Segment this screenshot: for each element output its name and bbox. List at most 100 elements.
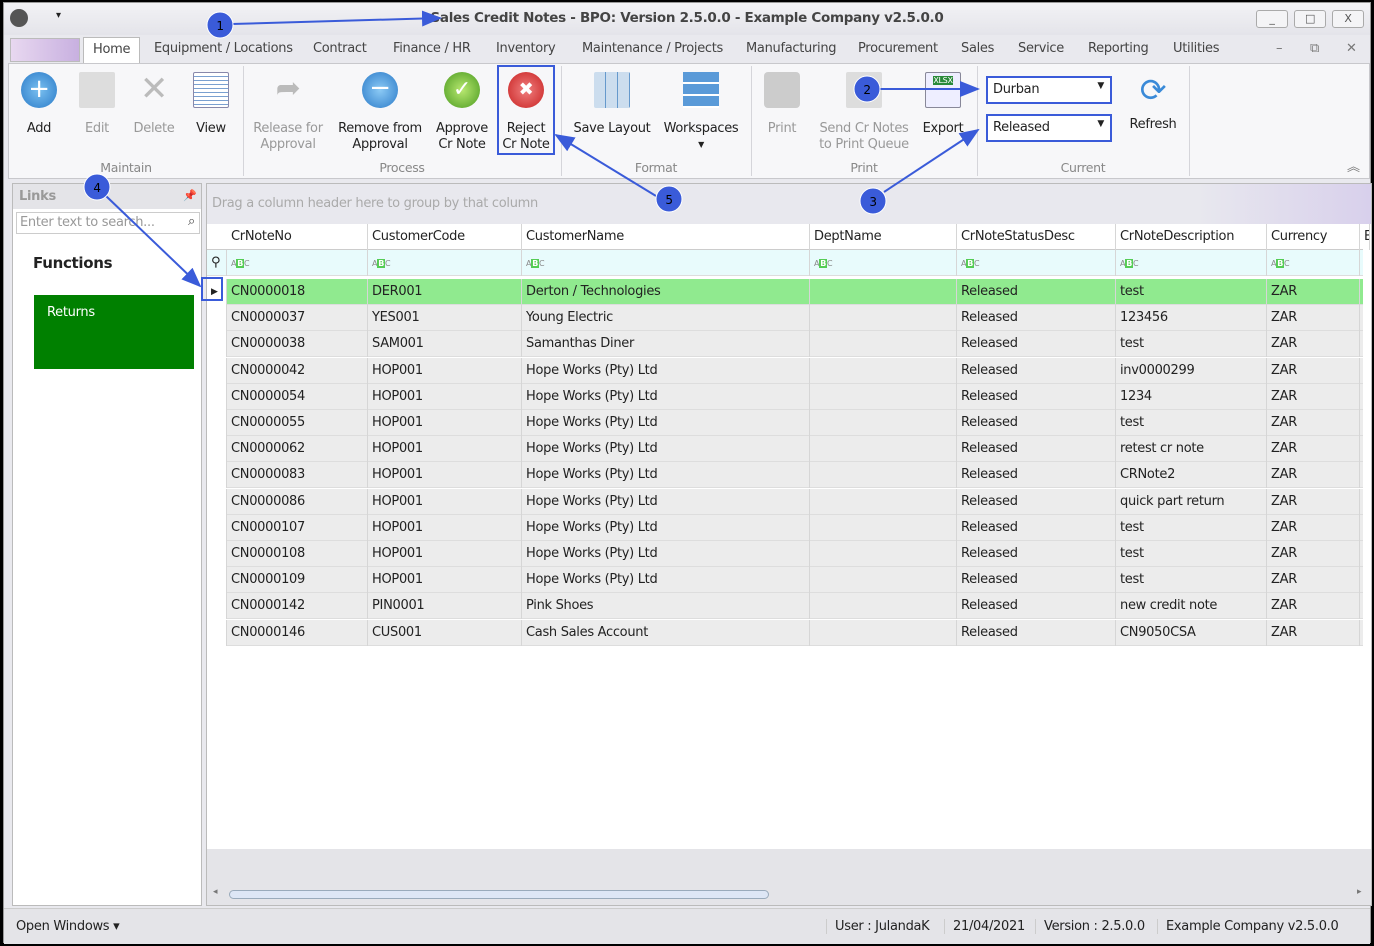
column-header[interactable]: CrNoteNo	[227, 224, 368, 250]
tab-utilities[interactable]: Utilities	[1173, 41, 1220, 56]
table-cell[interactable]: CN0000108	[227, 541, 368, 567]
table-cell[interactable]: test	[1116, 279, 1267, 305]
table-cell[interactable]: Released	[957, 357, 1116, 384]
row-indicator[interactable]	[207, 383, 227, 410]
maximize-button[interactable]: □	[1294, 10, 1326, 28]
table-cell[interactable]: Released	[957, 279, 1116, 305]
table-cell[interactable]	[810, 410, 957, 436]
table-cell[interactable]: ZAR	[1267, 357, 1360, 384]
table-cell[interactable]	[810, 436, 957, 463]
table-cell[interactable]: CN0000142	[227, 593, 368, 620]
table-row[interactable]: CN0000107 HOP001 Hope Works (Pty) Ltd Relea…	[207, 514, 1363, 541]
tab-equipment-locations[interactable]: Equipment / Locations	[154, 41, 293, 56]
table-cell[interactable]	[810, 279, 957, 305]
table-cell[interactable]: Hope Works (Pty) Ltd	[522, 514, 810, 541]
pin-icon[interactable]: 📌	[183, 189, 197, 202]
status-dropdown[interactable]: Released ▼	[986, 114, 1112, 142]
row-indicator[interactable]	[207, 488, 227, 515]
send-to-print-queue-button[interactable]: Send Cr Notes to Print Queue	[815, 68, 913, 153]
table-cell[interactable]: ZAR	[1267, 331, 1360, 358]
minimize-button[interactable]: _	[1256, 10, 1288, 28]
row-indicator[interactable]	[207, 305, 227, 332]
filter-cell[interactable]: ABC	[957, 250, 1116, 276]
table-cell[interactable]: ZAR	[1267, 593, 1360, 620]
table-row[interactable]: ▶ CN0000018 DER001 Derton / Technologies Rel…	[207, 279, 1363, 305]
table-cell[interactable]: CN0000038	[227, 331, 368, 358]
row-indicator[interactable]	[207, 436, 227, 463]
approve-cr-note-button[interactable]: ✓ Approve Cr Note	[433, 68, 491, 153]
table-row[interactable]: CN0000146 CUS001 Cash Sales Account Release…	[207, 619, 1363, 646]
row-indicator[interactable]	[207, 541, 227, 567]
table-row[interactable]: CN0000108 HOP001 Hope Works (Pty) Ltd Relea…	[207, 541, 1363, 567]
table-cell[interactable]: Released	[957, 541, 1116, 567]
refresh-button[interactable]: ⟳ Refresh	[1123, 68, 1183, 133]
table-cell[interactable]	[810, 619, 957, 646]
table-cell[interactable]: quick part return	[1116, 488, 1267, 515]
table-cell[interactable]: ZAR	[1267, 383, 1360, 410]
table-cell[interactable]: ZAR	[1267, 305, 1360, 332]
column-header[interactable]: CustomerName	[522, 224, 810, 250]
table-cell[interactable]	[810, 305, 957, 332]
table-cell[interactable]: Pink Shoes	[522, 593, 810, 620]
filter-cell[interactable]: ABC	[522, 250, 810, 276]
table-cell[interactable]: CN9050CSA	[1116, 619, 1267, 646]
table-cell[interactable]: Released	[957, 305, 1116, 332]
release-for-approval-button[interactable]: ➦ Release for Approval	[251, 68, 325, 153]
table-cell[interactable]: inv0000299	[1116, 357, 1267, 384]
table-cell[interactable]: PIN0001	[368, 593, 522, 620]
row-indicator[interactable]	[207, 593, 227, 620]
tab-manufacturing[interactable]: Manufacturing	[746, 41, 837, 56]
table-cell[interactable]: ZAR	[1267, 514, 1360, 541]
site-dropdown[interactable]: Durban ▼	[986, 76, 1112, 104]
table-cell[interactable]: Released	[957, 567, 1116, 594]
tab-maintenance-projects[interactable]: Maintenance / Projects	[582, 41, 723, 56]
table-cell[interactable]: ZAR	[1267, 541, 1360, 567]
mdi-restore-icon[interactable]: ⧉	[1310, 41, 1319, 56]
tab-procurement[interactable]: Procurement	[858, 41, 938, 56]
table-cell[interactable]: ZAR	[1267, 619, 1360, 646]
table-cell[interactable]: HOP001	[368, 567, 522, 594]
table-cell[interactable]: CUS001	[368, 619, 522, 646]
table-row[interactable]: CN0000142 PIN0001 Pink Shoes Released new cr…	[207, 593, 1363, 620]
table-cell[interactable]: CN0000042	[227, 357, 368, 384]
row-indicator[interactable]	[207, 331, 227, 358]
table-cell[interactable]: HOP001	[368, 436, 522, 463]
table-cell[interactable]: 1234	[1116, 383, 1267, 410]
table-cell[interactable]: Released	[957, 331, 1116, 358]
table-cell[interactable]: CN0000146	[227, 619, 368, 646]
table-cell[interactable]: CN0000083	[227, 462, 368, 489]
table-cell[interactable]: CN0000018	[227, 279, 368, 305]
row-indicator[interactable]	[207, 462, 227, 489]
table-cell[interactable]: Hope Works (Pty) Ltd	[522, 541, 810, 567]
table-cell[interactable]: Hope Works (Pty) Ltd	[522, 567, 810, 594]
mdi-close-icon[interactable]: ✕	[1346, 41, 1357, 56]
table-cell[interactable]: Released	[957, 436, 1116, 463]
table-cell[interactable]: Derton / Technologies	[522, 279, 810, 305]
table-cell[interactable]	[810, 567, 957, 594]
table-cell[interactable]: test	[1116, 567, 1267, 594]
column-header[interactable]: E	[1360, 224, 1370, 250]
open-windows-menu[interactable]: Open Windows ▾	[16, 919, 120, 934]
tab-home[interactable]: Home	[83, 37, 141, 64]
table-row[interactable]: CN0000054 HOP001 Hope Works (Pty) Ltd Relea…	[207, 383, 1363, 410]
table-cell[interactable]: ZAR	[1267, 462, 1360, 489]
table-cell[interactable]: HOP001	[368, 357, 522, 384]
filter-cell[interactable]: ABC	[810, 250, 957, 276]
group-panel[interactable]: Drag a column header here to group by th…	[207, 184, 1371, 224]
table-cell[interactable]: CN0000054	[227, 383, 368, 410]
table-cell[interactable]: retest cr note	[1116, 436, 1267, 463]
tab-sales[interactable]: Sales	[961, 41, 994, 56]
table-cell[interactable]: Cash Sales Account	[522, 619, 810, 646]
mdi-minimize-icon[interactable]: –	[1276, 41, 1283, 56]
tab-inventory[interactable]: Inventory	[496, 41, 556, 56]
filter-cell[interactable]: ABC	[227, 250, 368, 276]
table-cell[interactable]: ZAR	[1267, 488, 1360, 515]
links-search-input[interactable]: Enter text to search... ⌕	[16, 212, 200, 234]
remove-from-approval-button[interactable]: − Remove from Approval	[337, 68, 423, 153]
column-header[interactable]: CrNoteDescription	[1116, 224, 1267, 250]
table-cell[interactable]	[810, 357, 957, 384]
table-row[interactable]: CN0000042 HOP001 Hope Works (Pty) Ltd Relea…	[207, 357, 1363, 384]
table-cell[interactable]	[810, 331, 957, 358]
scroll-left-icon[interactable]: ◂	[213, 887, 218, 897]
table-cell[interactable]: YES001	[368, 305, 522, 332]
